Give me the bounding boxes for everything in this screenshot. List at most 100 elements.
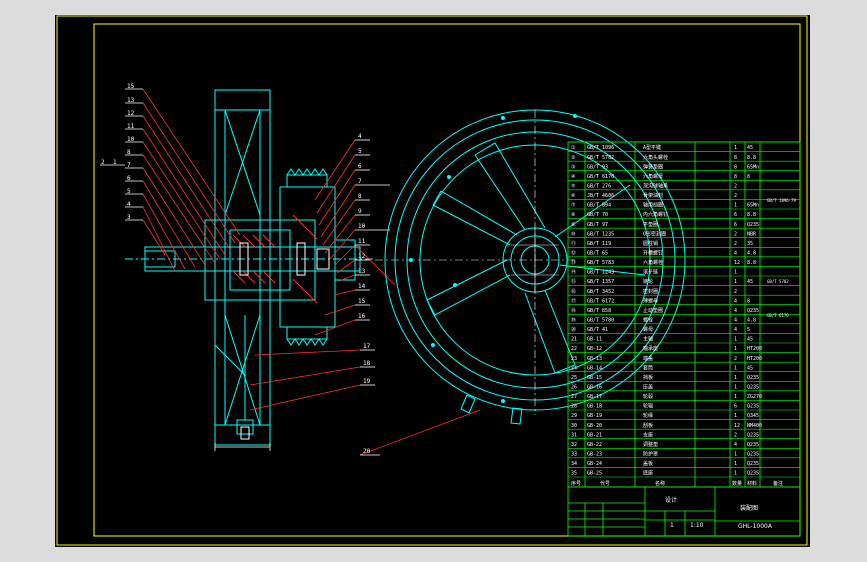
- bom-cell-code: GB-23: [587, 451, 602, 457]
- bom-cell-name: 开槽螺钉: [643, 249, 663, 256]
- balloon: 7: [127, 162, 131, 169]
- bom-header: 序号 代号 名称 数量 材料 备注: [571, 480, 783, 487]
- balloon: 4: [358, 133, 362, 140]
- bom-cell-qty: 1: [734, 365, 737, 371]
- bom-cell-qty: 4: [734, 308, 737, 314]
- bom-cell-qty: 6: [734, 404, 737, 410]
- balloon: 14: [358, 283, 366, 290]
- bom-cell-name: 圆柱销: [643, 240, 658, 247]
- header-note: 备注: [773, 480, 783, 487]
- header-mat: 材料: [747, 480, 757, 487]
- balloon-labels-left: 15 13 12 11 10 8 7 6 5 4 3 2 1: [101, 83, 135, 221]
- bom-cell-no: 22: [571, 346, 577, 352]
- bom-cell-qty: 1: [734, 394, 737, 400]
- header-qty: 数量: [732, 480, 742, 487]
- bom-cell-mat: Q235: [747, 442, 759, 448]
- bom-cell-name: 轮毂: [643, 393, 653, 400]
- bom-cell-name: A型平键: [643, 144, 661, 151]
- bom-cell-code: JB/T 4606: [587, 193, 614, 199]
- bom-cell-code: GB/T 6172: [587, 298, 614, 304]
- bom-cell-code: GB/T 93: [587, 164, 608, 170]
- bom-cell-mat: NM400: [747, 423, 762, 429]
- bom-cell-no: 23: [571, 356, 577, 362]
- bom-cell-code: GB/T 119: [587, 241, 611, 247]
- bom-cell-code: GB-12: [587, 346, 602, 352]
- bom-cell-no: ④: [571, 174, 576, 180]
- balloon: 10: [358, 223, 366, 230]
- bom-cell-code: GB/T 70: [587, 212, 608, 218]
- bom-cell-code: GB-19: [587, 413, 602, 419]
- bom-cell-no: ⑧: [571, 212, 576, 218]
- bom-cell-name: 滚子链: [643, 269, 658, 276]
- balloon: 6: [127, 175, 131, 182]
- bom-cell-qty: 2: [734, 356, 737, 362]
- bom-cell-name: 弹簧垫圈: [643, 163, 663, 170]
- bom-cell-qty: 4: [734, 298, 737, 304]
- bom-cell-mat: 65Mn: [747, 164, 759, 170]
- bom-cell-no: ③: [571, 164, 576, 170]
- bom-cell-no: ⑲: [571, 316, 576, 323]
- bom-cell-qty: 1: [734, 279, 737, 285]
- balloon: 3: [127, 214, 131, 221]
- bom-cell-name: 刮板: [643, 422, 653, 429]
- balloon: 1: [113, 159, 117, 166]
- bom-cell-qty: 1: [734, 346, 737, 352]
- leader-lines: [142, 88, 481, 456]
- balloon: 5: [358, 148, 362, 155]
- bom-cell-code: GB/T 97: [587, 222, 608, 228]
- bom-cell-qty: 1: [734, 461, 737, 467]
- bom-cell-code: GB-14: [587, 365, 602, 371]
- gear-teeth: [409, 114, 577, 403]
- bom-cell-name: 底座: [643, 470, 653, 477]
- bom-cell-mat: Q345: [747, 413, 759, 419]
- bom-cell-no: 27: [571, 394, 577, 400]
- note: GB/T 6170: [767, 313, 789, 318]
- bom-cell-mat: HT200: [747, 346, 762, 352]
- sheet-value: 1: [670, 522, 674, 529]
- bom-cell-qty: 6: [734, 212, 737, 218]
- bom-cell-code: GB/T 1357: [587, 279, 614, 285]
- bom-cell-no: ②: [571, 155, 576, 161]
- balloon: 2: [101, 159, 105, 166]
- inner-frame: [93, 23, 801, 537]
- bom-cell-name: 深沟球轴承: [643, 182, 668, 189]
- bom-cell-code: GB/T 276: [587, 183, 611, 189]
- bom-cell-mat: 8: [747, 298, 750, 304]
- bom-cell-name: 套筒: [643, 364, 653, 371]
- bom-cell-code: GB/T 3452: [587, 289, 614, 295]
- bom-cell-name: 轮缘: [643, 412, 653, 419]
- bom-cell-qty: 1: [734, 451, 737, 457]
- bom-cell-mat: Q235: [747, 308, 759, 314]
- balloon: 8: [127, 149, 131, 156]
- bom-cell-mat: Q235: [747, 404, 759, 410]
- bom-cell-code: GB-20: [587, 423, 602, 429]
- bom-cell-qty: 1: [734, 270, 737, 276]
- bom-cell-no: 29: [571, 413, 577, 419]
- bom-cell-name: 链轮: [643, 278, 653, 285]
- bom-cell-qty: 1: [734, 413, 737, 419]
- bom-cell-code: GB/T 5782: [587, 155, 614, 161]
- balloon: 12: [127, 110, 135, 117]
- balloon: 17: [363, 343, 371, 350]
- bom-cell-mat: 4.8: [747, 317, 756, 323]
- bom-cell-no: ⑱: [571, 307, 576, 314]
- bom-cell-mat: 8: [747, 174, 750, 180]
- balloon: 19: [363, 378, 371, 385]
- bom-cell-name: 六角头螺栓: [643, 154, 668, 161]
- bom-cell-code: GB/T 894: [587, 203, 611, 209]
- bom-text: ① GB/T 1096 A型平键 1 45② GB/T 5782 六角头螺栓 8 8.8③ GB/…: [571, 144, 762, 476]
- bom-cell-name: 盖板: [643, 460, 653, 467]
- bom-cell-code: GB/T 65: [587, 250, 608, 256]
- balloon: 4: [127, 201, 131, 208]
- bom-cell-qty: 4: [734, 317, 737, 323]
- balloon: 7: [358, 178, 362, 185]
- header-name: 名称: [655, 480, 665, 487]
- bom-cell-code: GB-21: [587, 432, 602, 438]
- bom-cell-name: O形密封圈: [643, 230, 666, 237]
- bom-cell-name: 平垫圈: [643, 221, 658, 228]
- bom-cell-mat: Q235: [747, 471, 759, 477]
- balloon: 13: [358, 268, 366, 275]
- bom-cell-name: 止动垫圈: [643, 307, 663, 314]
- balloon: 13: [127, 97, 135, 104]
- balloon: 5: [127, 188, 131, 195]
